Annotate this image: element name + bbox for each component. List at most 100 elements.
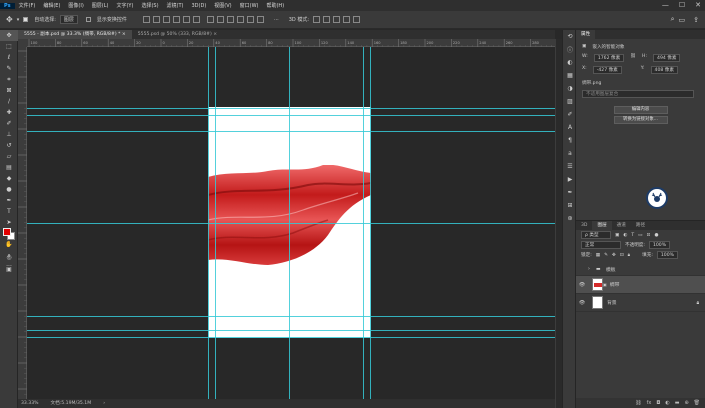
distribute-top-icon[interactable]: [206, 16, 214, 23]
guide-horizontal[interactable]: [27, 337, 555, 338]
3d-slide-icon[interactable]: [343, 16, 351, 23]
eye-icon[interactable]: 👁︎: [576, 300, 588, 306]
layer-row-background[interactable]: 👁︎ 背景 🔒︎: [576, 294, 705, 312]
filter-type-icon[interactable]: T: [631, 233, 634, 238]
actions-icon[interactable]: ▶: [563, 173, 577, 186]
canvas-scrollbar[interactable]: [555, 39, 562, 408]
doc-tab[interactable]: 5555.psd @ 50% (333, RGB/8#) ×: [132, 30, 223, 39]
lock-all-icon[interactable]: 🔒︎: [628, 252, 630, 258]
show-transform-checkbox[interactable]: [85, 16, 93, 23]
new-group-icon[interactable]: ▬: [675, 398, 680, 408]
tab-paths[interactable]: 路径: [631, 221, 650, 230]
blend-mode-dropdown[interactable]: 正常: [581, 241, 621, 249]
menu-3d[interactable]: 3D(D): [188, 3, 211, 9]
lock-move-icon[interactable]: ✥: [612, 253, 616, 258]
3d-scale-icon[interactable]: [353, 16, 361, 23]
link-layers-icon[interactable]: ⛓: [635, 398, 641, 408]
minimize-button[interactable]: —: [662, 1, 669, 9]
ruler-vertical[interactable]: [18, 47, 27, 405]
app-logo[interactable]: Ps: [0, 2, 15, 9]
lock-paint-icon[interactable]: ✎: [604, 253, 608, 258]
guide-vertical[interactable]: [208, 47, 209, 399]
properties-icon[interactable]: ☰: [563, 160, 577, 173]
3d-roll-icon[interactable]: [323, 16, 331, 23]
guide-horizontal[interactable]: [27, 330, 555, 331]
lock-icon[interactable]: 🔒︎: [696, 300, 699, 306]
align-top-icon[interactable]: [142, 16, 150, 23]
workspace-icon[interactable]: ▭: [679, 16, 686, 24]
menu-select[interactable]: 选择(S): [137, 2, 162, 9]
menu-layer[interactable]: 图层(L): [88, 2, 113, 9]
menu-edit[interactable]: 编辑(E): [39, 2, 64, 9]
tab-3d[interactable]: 3D: [576, 221, 592, 230]
menu-type[interactable]: 文字(Y): [112, 2, 137, 9]
quick-select-tool-icon[interactable]: ✎: [0, 63, 18, 74]
channels-icon[interactable]: ⊛: [563, 212, 577, 225]
distribute-hcenter-icon[interactable]: [246, 16, 254, 23]
share-icon[interactable]: ⇪: [693, 16, 699, 24]
link-icon[interactable]: ⛓: [630, 54, 636, 62]
timeline-icon[interactable]: ⊞: [563, 199, 577, 212]
frame-tool-icon[interactable]: ⊠: [0, 85, 18, 96]
doc-tab-active[interactable]: 5555 - 副本.psd @ 33.3% (绸带, RGB/8#) * ×: [18, 30, 132, 39]
guide-horizontal[interactable]: [27, 316, 555, 317]
paragraph-icon[interactable]: ¶: [563, 134, 577, 147]
edit-contents-button[interactable]: 编辑内容: [613, 106, 668, 114]
height-field[interactable]: 494 像素: [653, 54, 681, 62]
guide-horizontal[interactable]: [27, 108, 555, 109]
3d-rotate-icon[interactable]: [313, 16, 321, 23]
tab-channels[interactable]: 通道: [612, 221, 631, 230]
more-options[interactable]: ···: [274, 17, 279, 23]
x-field[interactable]: -427 像素: [592, 66, 622, 74]
filter-toggle-icon[interactable]: ●: [654, 233, 658, 238]
crop-tool-icon[interactable]: ⌗: [0, 74, 18, 85]
auto-select-dropdown[interactable]: 图层: [59, 15, 78, 24]
menu-window[interactable]: 窗口(W): [236, 2, 263, 9]
styles-icon[interactable]: ▨: [563, 95, 577, 108]
filter-smart-icon[interactable]: ⊡: [647, 233, 651, 238]
menu-view[interactable]: 视图(V): [210, 2, 235, 9]
layer-comp-dropdown[interactable]: 不适用图层复合: [582, 90, 694, 98]
color-icon[interactable]: ◐: [563, 56, 577, 69]
close-icon[interactable]: ×: [213, 32, 217, 37]
eyedropper-tool-icon[interactable]: ∕: [0, 96, 18, 107]
character-icon[interactable]: A: [563, 121, 577, 134]
fill-field[interactable]: 100%: [656, 251, 679, 259]
type-tool-icon[interactable]: T: [0, 206, 18, 217]
tab-properties[interactable]: 属性: [576, 30, 596, 39]
close-button[interactable]: ✕: [695, 1, 701, 9]
guide-horizontal[interactable]: [27, 115, 555, 116]
ruler-corner[interactable]: [18, 39, 27, 47]
align-hcenter-icon[interactable]: [182, 16, 190, 23]
stamp-tool-icon[interactable]: ⊥: [0, 129, 18, 140]
ruler-horizontal[interactable]: 100 80 60 40 20 0 20 40 60 80 100 120 140 160 180 200 22…: [27, 39, 555, 47]
brush-tool-icon[interactable]: ✐: [0, 118, 18, 129]
trash-icon[interactable]: 🗑︎: [694, 398, 700, 408]
eye-icon[interactable]: 👁︎: [576, 282, 588, 288]
align-left-icon[interactable]: [172, 16, 180, 23]
dodge-tool-icon[interactable]: ●: [0, 184, 18, 195]
paths-icon[interactable]: ✒: [563, 186, 577, 199]
distribute-right-icon[interactable]: [256, 16, 264, 23]
swatches-icon[interactable]: ▦: [563, 69, 577, 82]
opacity-field[interactable]: 100%: [648, 241, 671, 249]
info-icon[interactable]: ⓘ: [563, 43, 577, 56]
menu-image[interactable]: 图像(I): [64, 2, 87, 9]
history-icon[interactable]: ⟲: [563, 30, 577, 43]
path-select-tool-icon[interactable]: ➤: [0, 217, 18, 228]
glyphs-icon[interactable]: a: [563, 147, 577, 160]
eraser-tool-icon[interactable]: ▱: [0, 151, 18, 162]
gradient-tool-icon[interactable]: ▤: [0, 162, 18, 173]
align-right-icon[interactable]: [192, 16, 200, 23]
guide-horizontal[interactable]: [27, 223, 555, 224]
status-arrow-icon[interactable]: ›: [103, 399, 105, 408]
search-icon[interactable]: ⌕: [671, 15, 675, 24]
maximize-button[interactable]: ☐: [679, 1, 685, 9]
guide-vertical[interactable]: [215, 47, 216, 399]
convert-to-linked-button[interactable]: 转换为链接对象...: [613, 116, 668, 124]
zoom-level[interactable]: 33.33%: [21, 399, 39, 408]
pen-tool-icon[interactable]: ✒: [0, 195, 18, 206]
canvas-area[interactable]: [27, 47, 555, 399]
lock-artboard-icon[interactable]: ⊡: [620, 253, 624, 258]
hand-tool-icon[interactable]: ✋: [0, 239, 18, 250]
